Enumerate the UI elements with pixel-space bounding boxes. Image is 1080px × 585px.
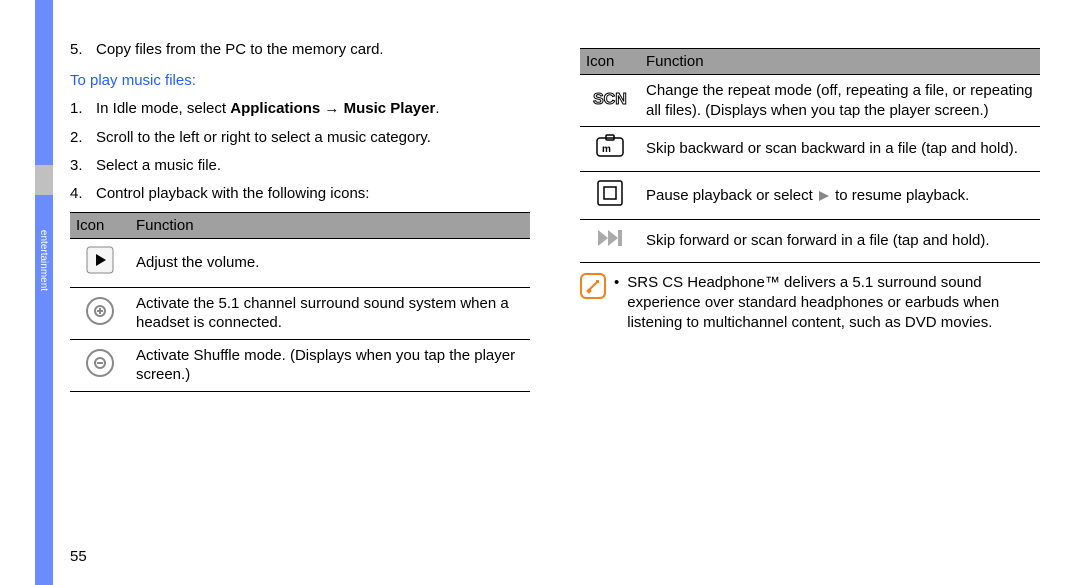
left-column: 5. Copy files from the PC to the memory … bbox=[70, 40, 530, 555]
th-function: Function bbox=[130, 213, 530, 239]
step-4: 4. Control playback with the following i… bbox=[70, 184, 530, 204]
table-row: SCN Change the repeat mode (off, repeati… bbox=[580, 75, 1040, 127]
skip-backward-icon: m bbox=[595, 133, 625, 159]
pre-step: 5. Copy files from the PC to the memory … bbox=[70, 40, 530, 60]
section-heading: To play music files: bbox=[70, 72, 530, 89]
page-content: 5. Copy files from the PC to the memory … bbox=[70, 40, 1040, 555]
shuffle-minus-icon bbox=[85, 348, 115, 378]
surround-plus-icon bbox=[85, 296, 115, 326]
play-inline-icon bbox=[817, 189, 831, 203]
table-row: Pause playback or select to resume playb… bbox=[580, 171, 1040, 220]
note-text: SRS CS Headphone™ delivers a 5.1 surroun… bbox=[627, 273, 1040, 334]
th-icon: Icon bbox=[70, 213, 130, 239]
icon-function-table-left: Icon Function Adjust the volume. bbox=[70, 212, 530, 392]
step-3: 3. Select a music file. bbox=[70, 156, 530, 176]
side-section-label: entertainment bbox=[35, 200, 53, 320]
table-row: Skip forward or scan forward in a file (… bbox=[580, 220, 1040, 263]
page-number: 55 bbox=[70, 548, 87, 565]
th-icon: Icon bbox=[580, 49, 640, 75]
pause-icon bbox=[595, 178, 625, 208]
step-2: 2. Scroll to the left or right to select… bbox=[70, 128, 530, 148]
scn-repeat-icon: SCN bbox=[591, 87, 629, 109]
right-column: Icon Function SCN Change the repeat mode… bbox=[580, 40, 1040, 555]
icon-function-table-right: Icon Function SCN Change the repeat mode… bbox=[580, 48, 1040, 263]
note-icon bbox=[580, 273, 606, 299]
side-gray-marker bbox=[35, 165, 53, 195]
th-function: Function bbox=[640, 49, 1040, 75]
step-1: 1. In Idle mode, select Applications → M… bbox=[70, 99, 530, 119]
table-row: m Skip backward or scan backward in a fi… bbox=[580, 127, 1040, 172]
table-row: Activate the 5.1 channel surround sound … bbox=[70, 287, 530, 339]
svg-text:m: m bbox=[602, 144, 611, 155]
skip-forward-icon bbox=[595, 226, 625, 250]
note-block: • SRS CS Headphone™ delivers a 5.1 surro… bbox=[580, 273, 1040, 334]
table-row: Activate Shuffle mode. (Displays when yo… bbox=[70, 339, 530, 391]
volume-play-icon bbox=[85, 245, 115, 275]
table-row: Adjust the volume. bbox=[70, 239, 530, 288]
svg-text:SCN: SCN bbox=[593, 91, 627, 108]
